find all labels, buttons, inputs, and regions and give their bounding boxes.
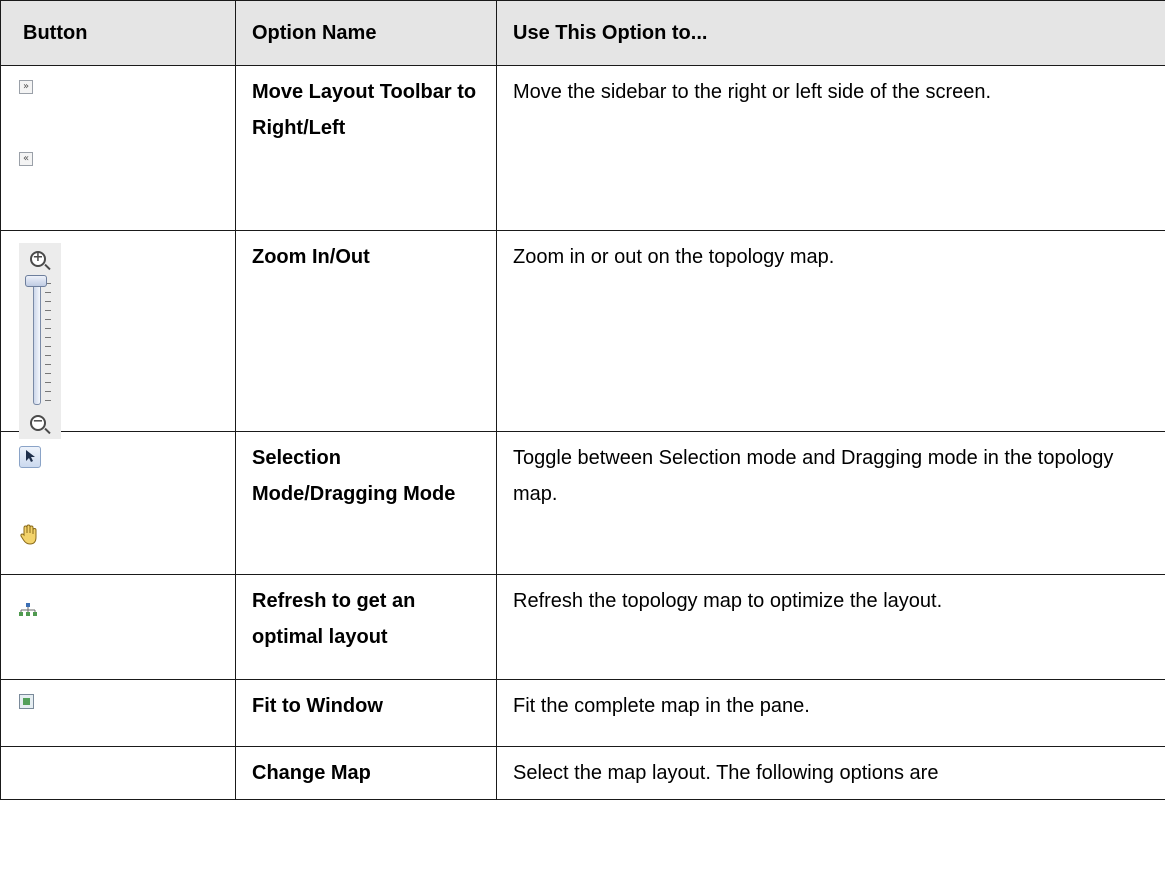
zoom-out-icon: − [30, 414, 46, 431]
tree-layout-icon [19, 593, 37, 629]
selection-arrow-icon [19, 446, 41, 468]
table-row: + − Zoom In/Out Zoom in or out on the to… [0, 230, 1165, 439]
button-cell: + − [0, 230, 236, 439]
table-row: » « Move Layout Toolbar to Right/Left Mo… [0, 65, 1165, 231]
button-cell [0, 431, 236, 575]
header-row: Button Option Name Use This Option to... [0, 0, 1165, 66]
table-row: Fit to Window Fit the complete map in th… [0, 679, 1165, 747]
button-cell: » « [0, 65, 236, 231]
zoom-control: + − [19, 243, 61, 439]
option-name: Refresh to get an optimal layout [235, 574, 497, 680]
double-left-arrow-icon: « [19, 152, 33, 166]
option-name: Move Layout Toolbar to Right/Left [235, 65, 497, 231]
option-description: Zoom in or out on the topology map. [496, 230, 1165, 432]
option-name: Fit to Window [235, 679, 497, 747]
table-row: Change Map Select the map layout. The fo… [0, 746, 1165, 800]
option-description: Toggle between Selection mode and Draggi… [496, 431, 1165, 575]
options-table: Button Option Name Use This Option to...… [0, 0, 1165, 800]
option-description: Select the map layout. The following opt… [496, 746, 1165, 800]
zoom-in-icon: + [30, 250, 46, 267]
zoom-slider-track [33, 281, 41, 405]
option-name: Selection Mode/Dragging Mode [235, 431, 497, 575]
option-description: Fit the complete map in the pane. [496, 679, 1165, 747]
header-button: Button [0, 0, 236, 66]
table-row: Refresh to get an optimal layout Refresh… [0, 574, 1165, 680]
zoom-slider-ticks [45, 283, 51, 401]
button-cell [0, 746, 236, 800]
option-description: Move the sidebar to the right or left si… [496, 65, 1165, 231]
table-row: Selection Mode/Dragging Mode Toggle betw… [0, 431, 1165, 575]
header-option-name: Option Name [235, 0, 497, 66]
header-use-this-option: Use This Option to... [496, 0, 1165, 66]
option-description: Refresh the topology map to optimize the… [496, 574, 1165, 680]
double-right-arrow-icon: » [19, 80, 33, 94]
button-cell [0, 679, 236, 747]
option-name: Change Map [235, 746, 497, 800]
fit-to-window-icon [19, 694, 34, 709]
hand-drag-icon [19, 522, 39, 558]
zoom-slider-thumb [25, 275, 47, 287]
option-name: Zoom In/Out [235, 230, 497, 432]
button-cell [0, 574, 236, 680]
